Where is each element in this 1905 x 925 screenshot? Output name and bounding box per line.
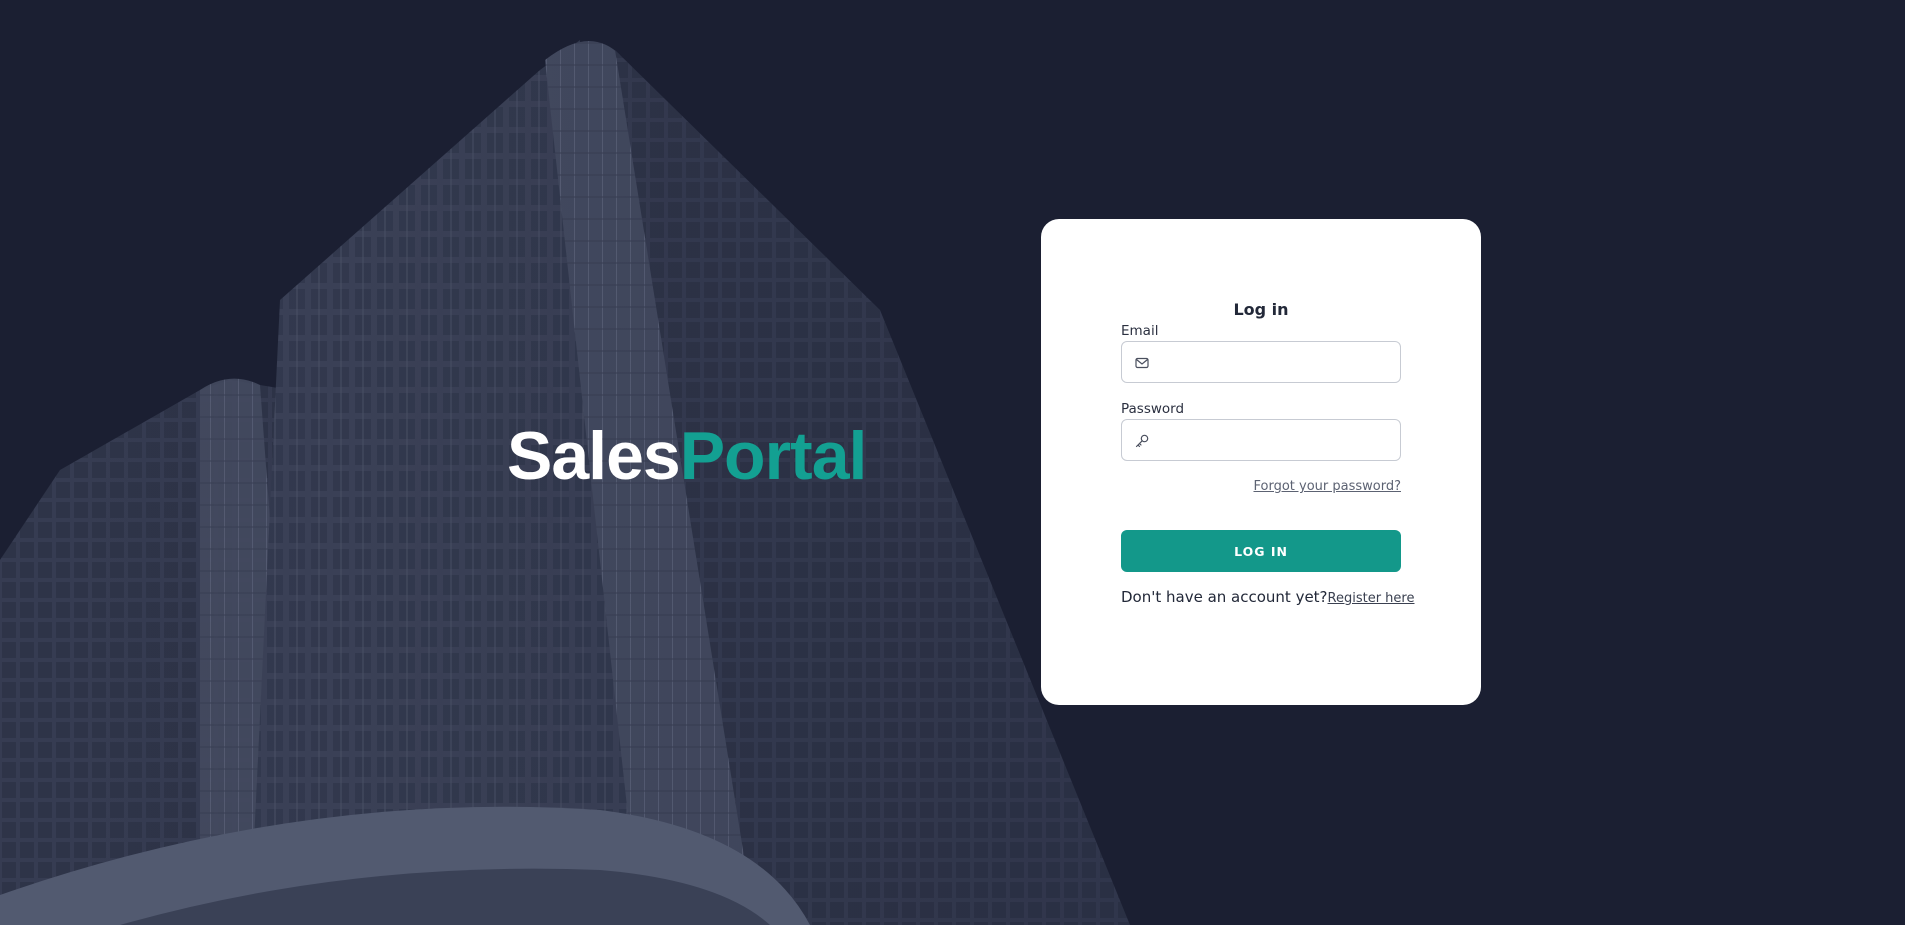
login-page: SalesPortal Log in Email Password Forgot… [0,0,1905,925]
logo-sales-text: Sales [507,418,681,494]
forgot-password-link[interactable]: Forgot your password? [1121,477,1401,497]
logo-portal-text: Portal [679,418,868,494]
login-button[interactable]: LOG IN [1121,530,1401,572]
mail-icon [1135,357,1149,369]
register-prompt: Don't have an account yet?Register here [1121,586,1414,608]
password-field[interactable] [1121,419,1401,461]
password-label: Password [1121,401,1185,417]
login-title: Log in [1233,300,1289,319]
key-icon [1135,434,1149,448]
email-label: Email [1121,323,1159,339]
login-form: Log in Email Password Forgot your passwo… [1121,299,1414,608]
password-input[interactable] [1156,420,1392,460]
building-background-image [0,0,1905,925]
register-link[interactable]: Register here [1328,591,1415,606]
email-field[interactable] [1121,341,1401,383]
login-card: Log in Email Password Forgot your passwo… [1041,219,1481,705]
no-account-text: Don't have an account yet? [1121,588,1328,606]
email-input[interactable] [1156,342,1392,382]
salesportal-logo: SalesPortal [507,422,867,490]
